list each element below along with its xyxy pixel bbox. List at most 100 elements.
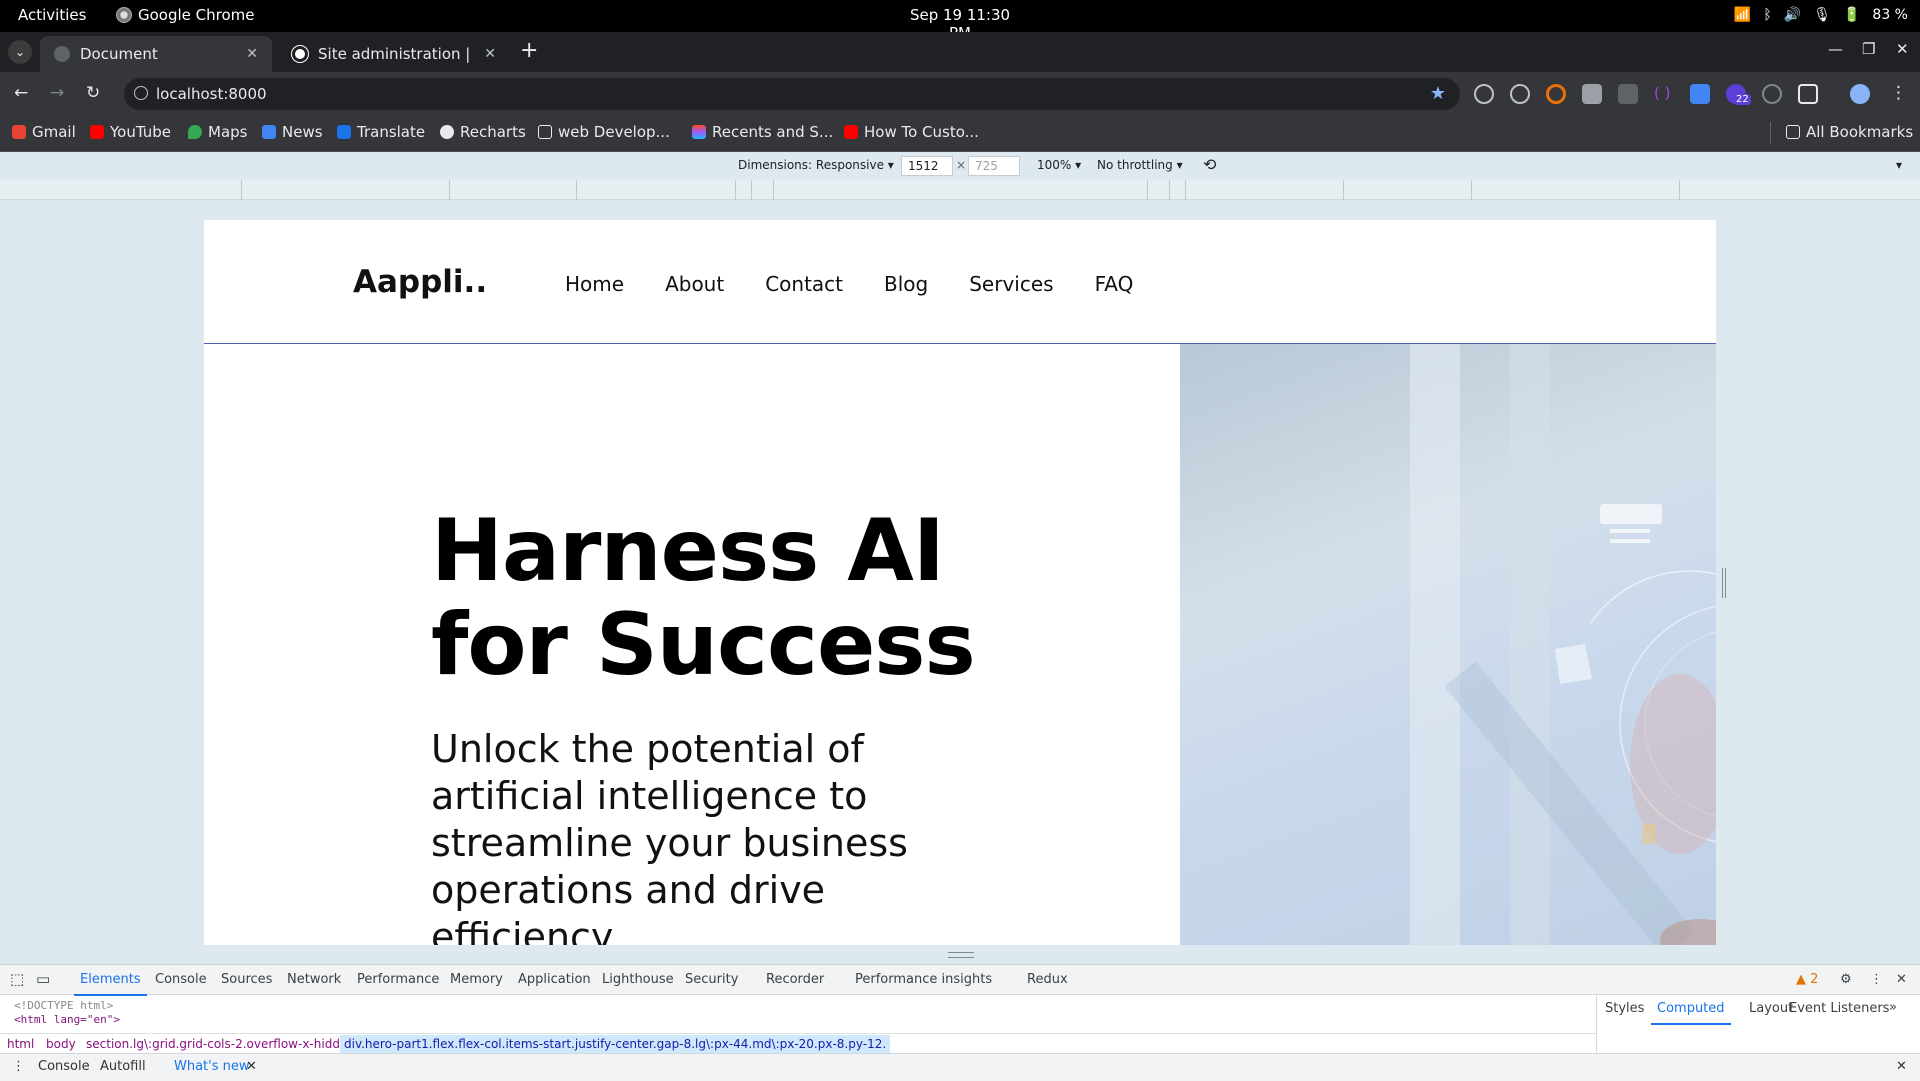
tab-security[interactable]: Security — [685, 972, 738, 987]
nav-contact[interactable]: Contact — [765, 272, 843, 296]
app-menu[interactable]: Google Chrome — [116, 6, 255, 24]
bookmark-gmail[interactable]: Gmail — [12, 123, 76, 141]
tab-memory[interactable]: Memory — [450, 972, 503, 987]
media-query-ruler[interactable] — [0, 180, 1920, 200]
drawer-menu-icon[interactable]: ⋮ — [12, 1059, 25, 1074]
tab-event-listeners[interactable]: Event Listeners — [1789, 1001, 1889, 1016]
tab-search-button[interactable]: ⌄ — [8, 40, 32, 64]
height-input[interactable]: 725 — [968, 156, 1020, 176]
dimensions-dropdown[interactable]: Dimensions: Responsive ▾ — [738, 158, 894, 172]
new-tab-button[interactable]: + — [520, 40, 538, 62]
tab-styles[interactable]: Styles — [1605, 1001, 1644, 1016]
more-tabs-icon[interactable]: » — [1889, 1000, 1897, 1015]
zoom-dropdown[interactable]: 100% ▾ — [1037, 158, 1081, 172]
crumb-body[interactable]: body — [46, 1037, 76, 1051]
eyedropper-icon[interactable] — [1582, 84, 1602, 104]
drawer-tab-whats-new[interactable]: What's new — [174, 1059, 250, 1074]
maximize-icon[interactable]: ❐ — [1862, 40, 1875, 58]
tab-lighthouse[interactable]: Lighthouse — [602, 972, 674, 987]
compass-icon[interactable] — [1762, 84, 1782, 104]
activities-button[interactable]: Activities — [18, 6, 86, 24]
dom-html-node[interactable]: <html lang="en"> — [14, 1013, 120, 1026]
site-logo[interactable]: Aappli.. — [353, 264, 487, 300]
close-icon[interactable]: ✕ — [246, 46, 258, 62]
drawer-tab-console[interactable]: Console — [38, 1059, 90, 1074]
tab-sources[interactable]: Sources — [221, 972, 272, 987]
close-icon[interactable]: ✕ — [246, 1059, 257, 1074]
issues-badge[interactable]: ▲ 2 — [1796, 972, 1818, 987]
back-icon[interactable]: ← — [14, 83, 28, 103]
bookmark-how-to-custo[interactable]: How To Custo... — [844, 123, 979, 141]
nav-about[interactable]: About — [665, 272, 724, 296]
bookmark-label: Recharts — [460, 123, 526, 141]
nav-home[interactable]: Home — [565, 272, 624, 296]
devtools-menu-icon[interactable]: ⋮ — [1870, 972, 1883, 987]
color-picker-icon[interactable] — [1546, 84, 1566, 104]
bookmark-news[interactable]: News — [262, 123, 323, 141]
brackets-icon[interactable]: ( ) — [1654, 84, 1674, 104]
forward-icon[interactable]: → — [50, 83, 64, 103]
viewport-resize-handle[interactable] — [1722, 568, 1726, 598]
device-toolbar-more-icon[interactable]: ▾ — [1896, 158, 1902, 172]
site-info-icon[interactable] — [134, 86, 148, 100]
bookmark-recharts[interactable]: Recharts — [440, 123, 526, 141]
bookmark-label: YouTube — [110, 123, 171, 141]
tab-performance[interactable]: Performance — [357, 972, 439, 987]
crumb-html[interactable]: html — [7, 1037, 34, 1051]
react-devtools-icon[interactable] — [1474, 84, 1494, 104]
bookmark-youtube[interactable]: YouTube — [90, 123, 171, 141]
tab-network[interactable]: Network — [287, 972, 341, 987]
gmail-icon — [12, 125, 26, 139]
all-bookmarks[interactable]: All Bookmarks — [1786, 123, 1913, 141]
crumb-section[interactable]: section.lg\:grid.grid-cols-2.overflow-x-… — [86, 1037, 355, 1051]
tab-elements[interactable]: Elements — [74, 972, 147, 996]
settings-icon[interactable]: ⚙ — [1840, 972, 1852, 987]
profile-avatar[interactable] — [1850, 84, 1870, 104]
tab-layout[interactable]: Layout — [1749, 1001, 1793, 1016]
tab-performance-insights[interactable]: Performance insights — [855, 972, 992, 987]
translate-icon — [337, 125, 351, 139]
close-devtools-icon[interactable]: ✕ — [1896, 972, 1907, 987]
dom-doctype[interactable]: <!DOCTYPE html> — [14, 999, 113, 1012]
bookmark-figma[interactable]: Recents and S... — [692, 123, 833, 141]
bookmark-translate[interactable]: Translate — [337, 123, 425, 141]
drawer-tab-autofill[interactable]: Autofill — [100, 1059, 146, 1074]
close-window-icon[interactable]: ✕ — [1896, 40, 1909, 58]
kebab-menu-icon[interactable]: ⋮ — [1890, 83, 1907, 103]
tab-console[interactable]: Console — [155, 972, 207, 987]
width-input[interactable]: 1512 — [901, 156, 953, 176]
close-icon[interactable]: ✕ — [484, 46, 496, 62]
puzzle-extensions-icon[interactable] — [1798, 84, 1818, 104]
bookmark-star-icon[interactable]: ★ — [1430, 83, 1446, 104]
throttling-dropdown[interactable]: No throttling ▾ — [1097, 158, 1183, 172]
nav-faq[interactable]: FAQ — [1095, 272, 1134, 296]
volume-icon: 🔊 — [1783, 7, 1802, 23]
crumb-div-selected[interactable]: div.hero-part1.flex.flex-col.items-start… — [340, 1035, 891, 1053]
close-drawer-icon[interactable]: ✕ — [1896, 1059, 1907, 1074]
tab-computed[interactable]: Computed — [1651, 1001, 1731, 1025]
bookmark-folder-web-develop[interactable]: web Develop... — [538, 123, 670, 141]
nav-services[interactable]: Services — [969, 272, 1053, 296]
font-icon[interactable] — [1618, 84, 1638, 104]
minimize-icon[interactable]: — — [1828, 40, 1843, 58]
tab-application[interactable]: Application — [518, 972, 591, 987]
bookmark-maps[interactable]: Maps — [188, 123, 247, 141]
tab-redux[interactable]: Redux — [1027, 972, 1068, 987]
tab-recorder[interactable]: Recorder — [766, 972, 824, 987]
inspect-element-icon[interactable]: ⬚ — [10, 970, 24, 988]
bookmark-label: Recents and S... — [712, 123, 834, 141]
tab-document[interactable]: Document ✕ — [40, 36, 272, 72]
address-bar[interactable]: localhost:8000 ★ — [124, 78, 1460, 110]
rotate-icon[interactable]: ⟲ — [1203, 155, 1216, 174]
extension-target-icon[interactable] — [1510, 84, 1530, 104]
tab-django-admin[interactable]: Site administration | Djan ✕ — [278, 36, 510, 72]
window-extension-icon[interactable] — [1690, 84, 1710, 104]
viewport-bottom-handle[interactable] — [948, 952, 974, 958]
nav-blog[interactable]: Blog — [884, 272, 928, 296]
system-tray[interactable]: 📶 ᛒ 🔊 🎙 🔋 83 % — [1734, 7, 1908, 23]
device-toggle-icon[interactable]: ▭ — [36, 970, 50, 988]
tab-title: Site administration | Djan — [318, 45, 474, 63]
bookmark-label: Maps — [208, 123, 248, 141]
reload-icon[interactable]: ↻ — [86, 83, 100, 103]
django-icon — [292, 46, 308, 62]
